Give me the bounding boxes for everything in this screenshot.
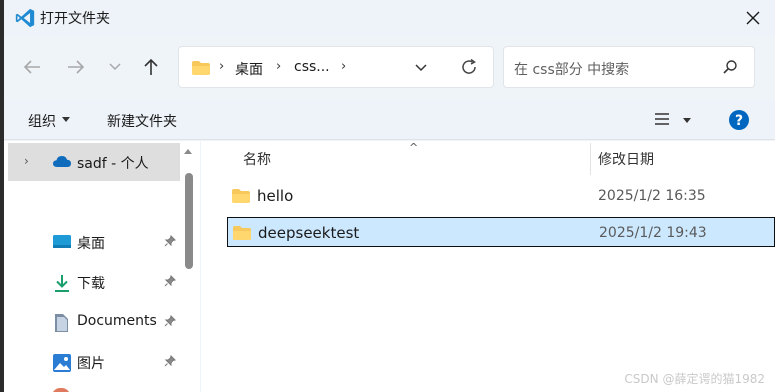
sort-ascending-icon: ^ (409, 141, 419, 154)
arrow-up-icon (144, 58, 158, 75)
nav-scrollbar[interactable] (182, 143, 196, 392)
address-bar[interactable]: › 桌面 › css... › (178, 46, 494, 88)
sidebar-item-label: sadf - 个人 (77, 156, 149, 172)
sidebar-item-label: 桌面 (77, 236, 105, 252)
caret-down-icon (62, 117, 70, 122)
recent-locations-button[interactable] (101, 52, 129, 82)
pin-icon[interactable] (164, 235, 176, 251)
file-row-hello[interactable]: hello 2025/1/2 16:35 (227, 181, 775, 211)
download-icon (52, 273, 72, 297)
caret-down-icon[interactable] (683, 118, 691, 123)
scroll-up-arrow-icon[interactable] (184, 149, 192, 154)
arrow-left-icon (23, 60, 40, 74)
command-bar: 组织 新建文件夹 ? (4, 100, 775, 140)
column-divider[interactable] (590, 143, 591, 175)
partial-item-icon (52, 388, 70, 392)
refresh-icon (462, 58, 476, 74)
chevron-down-icon (415, 64, 427, 72)
search-placeholder: 在 css部分 中搜索 (514, 62, 630, 78)
help-icon: ? (729, 110, 749, 130)
sidebar-item-pictures[interactable]: 图片 (8, 345, 180, 379)
chevron-right-icon[interactable]: › (24, 154, 29, 168)
title-bar: 打开文件夹 (4, 0, 775, 36)
column-header-name[interactable]: 名称 (243, 149, 271, 169)
breadcrumb-css[interactable]: css... (294, 59, 330, 75)
file-list: ^ 名称 修改日期 hello 2025/1/2 16:35 deepseekt… (201, 141, 775, 392)
up-button[interactable] (137, 52, 165, 82)
breadcrumb-separator[interactable]: › (219, 59, 224, 74)
new-folder-button[interactable]: 新建文件夹 (107, 111, 177, 131)
refresh-button[interactable] (459, 57, 479, 81)
scrollbar-thumb[interactable] (185, 173, 193, 269)
arrow-right-icon (68, 60, 85, 74)
folder-icon (231, 188, 251, 208)
breadcrumb-separator[interactable]: › (341, 59, 346, 74)
file-date: 2025/1/2 16:35 (598, 188, 706, 204)
pin-icon[interactable] (164, 275, 176, 291)
navigation-pane: › sadf - 个人 桌面 下载 Documents 图片 (4, 141, 200, 392)
folder-icon (232, 225, 252, 245)
sidebar-item-documents[interactable]: Documents (8, 305, 180, 339)
open-folder-dialog: 打开文件夹 › 桌面 › css... › 在 css部分 中搜索 组织 新建文… (4, 0, 775, 392)
svg-text:?: ? (735, 113, 743, 129)
close-button[interactable] (739, 4, 767, 32)
pin-icon[interactable] (164, 355, 176, 371)
sidebar-item-onedrive[interactable]: › sadf - 个人 (8, 143, 180, 181)
sidebar-item-label: 图片 (77, 356, 105, 372)
column-header-date-modified[interactable]: 修改日期 (598, 149, 654, 169)
file-row-deepseektest[interactable]: deepseektest 2025/1/2 19:43 (227, 217, 775, 247)
view-options-button[interactable] (654, 112, 670, 130)
sidebar-item-label: Documents (77, 313, 157, 329)
address-history-button[interactable] (413, 59, 429, 79)
folder-icon (191, 60, 211, 80)
close-icon (746, 11, 760, 25)
chevron-down-icon (109, 63, 121, 71)
file-name: deepseektest (258, 224, 360, 242)
breadcrumb-separator[interactable]: › (276, 59, 281, 74)
forward-button[interactable] (62, 52, 90, 82)
organize-button[interactable]: 组织 (28, 111, 56, 131)
pictures-icon (52, 353, 72, 377)
sidebar-item-downloads[interactable]: 下载 (8, 265, 180, 299)
onedrive-cloud-icon (52, 155, 72, 172)
vscode-icon (14, 7, 36, 29)
list-view-icon (655, 113, 669, 125)
search-icon[interactable] (722, 59, 738, 79)
sidebar-item-desktop[interactable]: 桌面 (8, 225, 180, 259)
file-date: 2025/1/2 19:43 (599, 225, 707, 241)
search-input[interactable]: 在 css部分 中搜索 (503, 46, 755, 88)
pin-icon[interactable] (164, 315, 176, 331)
sidebar-item-label: 下载 (77, 276, 105, 292)
documents-icon (52, 313, 70, 337)
desktop-icon (52, 233, 72, 255)
back-button[interactable] (18, 52, 46, 82)
watermark: CSDN @薛定谔的猫1982 (624, 372, 765, 386)
file-name: hello (257, 187, 294, 205)
window-title: 打开文件夹 (40, 11, 110, 27)
breadcrumb-desktop[interactable]: 桌面 (235, 59, 263, 79)
help-button[interactable]: ? (728, 109, 750, 135)
